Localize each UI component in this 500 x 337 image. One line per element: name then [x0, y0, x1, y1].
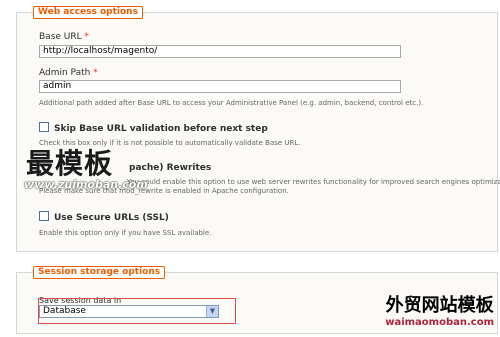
- web-access-fieldset: Web access options Base URL * http://loc…: [16, 6, 500, 252]
- admin-path-label: Admin Path *: [39, 68, 98, 78]
- highlight-box: [38, 298, 236, 324]
- web-server-rewrites-label: pache) Rewrites: [129, 163, 212, 173]
- watermark-url: www.zuimoban.com: [24, 178, 148, 191]
- session-storage-legend: Session storage options: [33, 266, 166, 279]
- web-server-rewrites-row[interactable]: pache) Rewrites: [129, 163, 211, 174]
- admin-path-note: Additional path added after Base URL to …: [39, 99, 424, 107]
- skip-validation-checkbox[interactable]: [39, 122, 49, 132]
- secure-urls-note: Enable this option only if you have SSL …: [39, 229, 212, 237]
- base-url-input[interactable]: http://localhost/magento/: [39, 45, 401, 58]
- secure-urls-label: Use Secure URLs (SSL): [54, 213, 169, 223]
- web-server-rewrites-note: You could enable this option to use web …: [127, 178, 500, 186]
- admin-path-input[interactable]: admin: [39, 80, 401, 93]
- secure-urls-row[interactable]: Use Secure URLs (SSL): [39, 211, 169, 224]
- skip-validation-label: Skip Base URL validation before next ste…: [54, 124, 268, 134]
- watermark-big-text: 最模板: [26, 147, 114, 180]
- secure-urls-checkbox[interactable]: [39, 211, 49, 221]
- web-access-legend: Web access options: [33, 6, 143, 19]
- base-url-label: Base URL *: [39, 32, 90, 42]
- watermark-right: 外贸网站模板 waimaomoban.com: [385, 296, 494, 330]
- watermark-right-cn: 外贸网站模板: [385, 295, 494, 316]
- watermark-right-en: waimaomoban.com: [385, 317, 494, 328]
- skip-validation-row[interactable]: Skip Base URL validation before next ste…: [39, 122, 268, 135]
